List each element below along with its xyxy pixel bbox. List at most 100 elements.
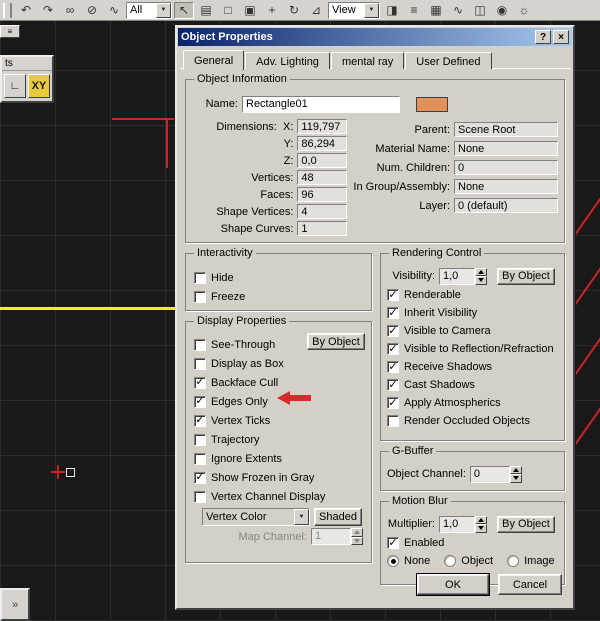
checkbox-box[interactable] <box>194 376 206 389</box>
image-radio[interactable]: Image <box>507 552 555 570</box>
checkbox-box[interactable] <box>194 471 206 484</box>
close-button[interactable]: × <box>553 30 569 44</box>
spinner-buttons[interactable] <box>509 465 522 483</box>
layer-manager-icon[interactable]: ▦ <box>426 1 446 19</box>
renderable-checkbox[interactable]: Renderable <box>387 286 558 304</box>
window-crossing-icon[interactable]: ▣ <box>240 1 260 19</box>
checkbox-box[interactable] <box>387 397 399 409</box>
multiplier-value[interactable]: 1,0 <box>439 515 475 533</box>
mirror-icon[interactable]: ◨ <box>382 1 402 19</box>
dialog-titlebar[interactable]: Object Properties ? × <box>178 28 572 46</box>
spin-up-icon[interactable] <box>475 267 487 276</box>
material-editor-icon[interactable]: ◉ <box>492 1 512 19</box>
spin-up-icon[interactable] <box>509 465 522 474</box>
tab-user-defined[interactable]: User Defined <box>405 52 492 69</box>
dropdown-arrow-icon[interactable]: ▼ <box>294 508 309 525</box>
checkbox-box[interactable] <box>387 537 399 549</box>
visibility-spinner[interactable]: 1,0 <box>439 267 487 285</box>
cast-shadows-checkbox[interactable]: Cast Shadows <box>387 376 558 394</box>
select-and-scale-icon[interactable]: ⊿ <box>306 1 326 19</box>
select-object-icon[interactable]: ↖ <box>174 1 194 19</box>
shaded-button[interactable]: Shaded <box>314 507 362 526</box>
visible-to-camera-checkbox[interactable]: Visible to Camera <box>387 322 558 340</box>
selection-filter-dropdown[interactable]: All ▼ <box>126 1 172 19</box>
object-radio[interactable]: Object <box>444 552 493 570</box>
spin-up-icon[interactable] <box>475 515 487 524</box>
panel-corner[interactable]: » <box>0 588 30 621</box>
backface-cull-checkbox[interactable]: Backface Cull <box>194 373 363 392</box>
redo-icon[interactable]: ↷ <box>38 1 58 19</box>
hide-checkbox[interactable]: Hide <box>194 268 363 287</box>
tab-general[interactable]: General <box>183 50 245 70</box>
tab-adv-lighting[interactable]: Adv. Lighting <box>245 52 330 69</box>
visibility-value[interactable]: 1,0 <box>439 267 475 285</box>
display-as-box-checkbox[interactable]: Display as Box <box>194 354 363 373</box>
select-and-rotate-icon[interactable]: ↻ <box>284 1 304 19</box>
inherit-visibility-checkbox[interactable]: Inherit Visibility <box>387 304 558 322</box>
help-button[interactable]: ? <box>535 30 551 44</box>
vertex-channel-display-checkbox[interactable]: Vertex Channel Display <box>194 487 363 506</box>
checkbox-box[interactable] <box>387 415 399 427</box>
ignore-extents-checkbox[interactable]: Ignore Extents <box>194 449 363 468</box>
dropdown-arrow-icon[interactable]: ▼ <box>156 2 171 18</box>
render-setup-icon[interactable]: ☼ <box>514 1 534 19</box>
checkbox-box[interactable] <box>194 271 206 284</box>
visibility-by-object-button[interactable]: By Object <box>497 267 555 285</box>
none-radio[interactable]: None <box>387 552 430 570</box>
curve-editor-icon[interactable]: ∿ <box>448 1 468 19</box>
radio-circle[interactable] <box>387 555 399 567</box>
reference-coordinate-dropdown[interactable]: View ▼ <box>328 1 380 19</box>
freeze-checkbox[interactable]: Freeze <box>194 287 363 306</box>
multiplier-spinner[interactable]: 1,0 <box>439 515 487 533</box>
select-and-link-icon[interactable]: ∞ <box>60 1 80 19</box>
xy-constraint-button[interactable]: XY <box>28 74 50 98</box>
checkbox-box[interactable] <box>194 452 206 465</box>
axis-constraints-title[interactable]: ts <box>2 57 52 71</box>
cancel-button[interactable]: Cancel <box>498 574 562 595</box>
checkbox-box[interactable] <box>194 414 206 427</box>
spinner-buttons[interactable] <box>475 267 487 285</box>
trajectory-checkbox[interactable]: Trajectory <box>194 430 363 449</box>
viewport-menu-chip[interactable]: ≡ <box>0 25 20 38</box>
render-occluded-objects-checkbox[interactable]: Render Occluded Objects <box>387 412 558 430</box>
vertex-ticks-checkbox[interactable]: Vertex Ticks <box>194 411 363 430</box>
spin-down-icon[interactable] <box>509 474 522 483</box>
enabled-checkbox[interactable]: Enabled <box>387 534 558 552</box>
checkbox-box[interactable] <box>387 307 399 319</box>
show-frozen-in-gray-checkbox[interactable]: Show Frozen in Gray <box>194 468 363 487</box>
checkbox-box[interactable] <box>387 289 399 301</box>
schematic-view-icon[interactable]: ◫ <box>470 1 490 19</box>
checkbox-box[interactable] <box>387 325 399 337</box>
name-input[interactable] <box>242 95 400 113</box>
vertex-color-dropdown[interactable]: Vertex Color ▼ <box>202 507 310 526</box>
unlink-selection-icon[interactable]: ⊘ <box>82 1 102 19</box>
spinner-buttons[interactable] <box>475 515 487 533</box>
object-channel-value[interactable]: 0 <box>469 465 510 483</box>
display-by-object-button[interactable]: By Object <box>307 333 365 350</box>
ok-button[interactable]: OK <box>416 573 490 596</box>
checkbox-box[interactable] <box>194 395 206 408</box>
checkbox-box[interactable] <box>194 357 206 370</box>
spin-down-icon[interactable] <box>475 524 487 533</box>
checkbox-box[interactable] <box>194 490 206 503</box>
object-color-swatch[interactable] <box>416 96 448 112</box>
select-by-name-icon[interactable]: ▤ <box>196 1 216 19</box>
motion-blur-by-object-button[interactable]: By Object <box>497 515 555 533</box>
tab-mental-ray[interactable]: mental ray <box>330 52 405 69</box>
axis-constraint-button[interactable]: ∟ <box>4 74 26 98</box>
object-channel-spinner[interactable]: 0 <box>469 465 522 483</box>
select-and-move-icon[interactable]: + <box>262 1 282 19</box>
checkbox-box[interactable] <box>194 290 206 303</box>
undo-icon[interactable]: ↶ <box>16 1 36 19</box>
checkbox-box[interactable] <box>387 361 399 373</box>
dropdown-arrow-icon[interactable]: ▼ <box>364 2 379 18</box>
align-icon[interactable]: ≡ <box>404 1 424 19</box>
apply-atmospherics-checkbox[interactable]: Apply Atmospherics <box>387 394 558 412</box>
checkbox-box[interactable] <box>194 338 206 351</box>
receive-shadows-checkbox[interactable]: Receive Shadows <box>387 358 558 376</box>
toolbar-grip[interactable] <box>3 2 12 18</box>
checkbox-box[interactable] <box>194 433 206 446</box>
rectangular-selection-icon[interactable]: □ <box>218 1 238 19</box>
checkbox-box[interactable] <box>387 343 399 355</box>
radio-circle[interactable] <box>444 555 457 567</box>
